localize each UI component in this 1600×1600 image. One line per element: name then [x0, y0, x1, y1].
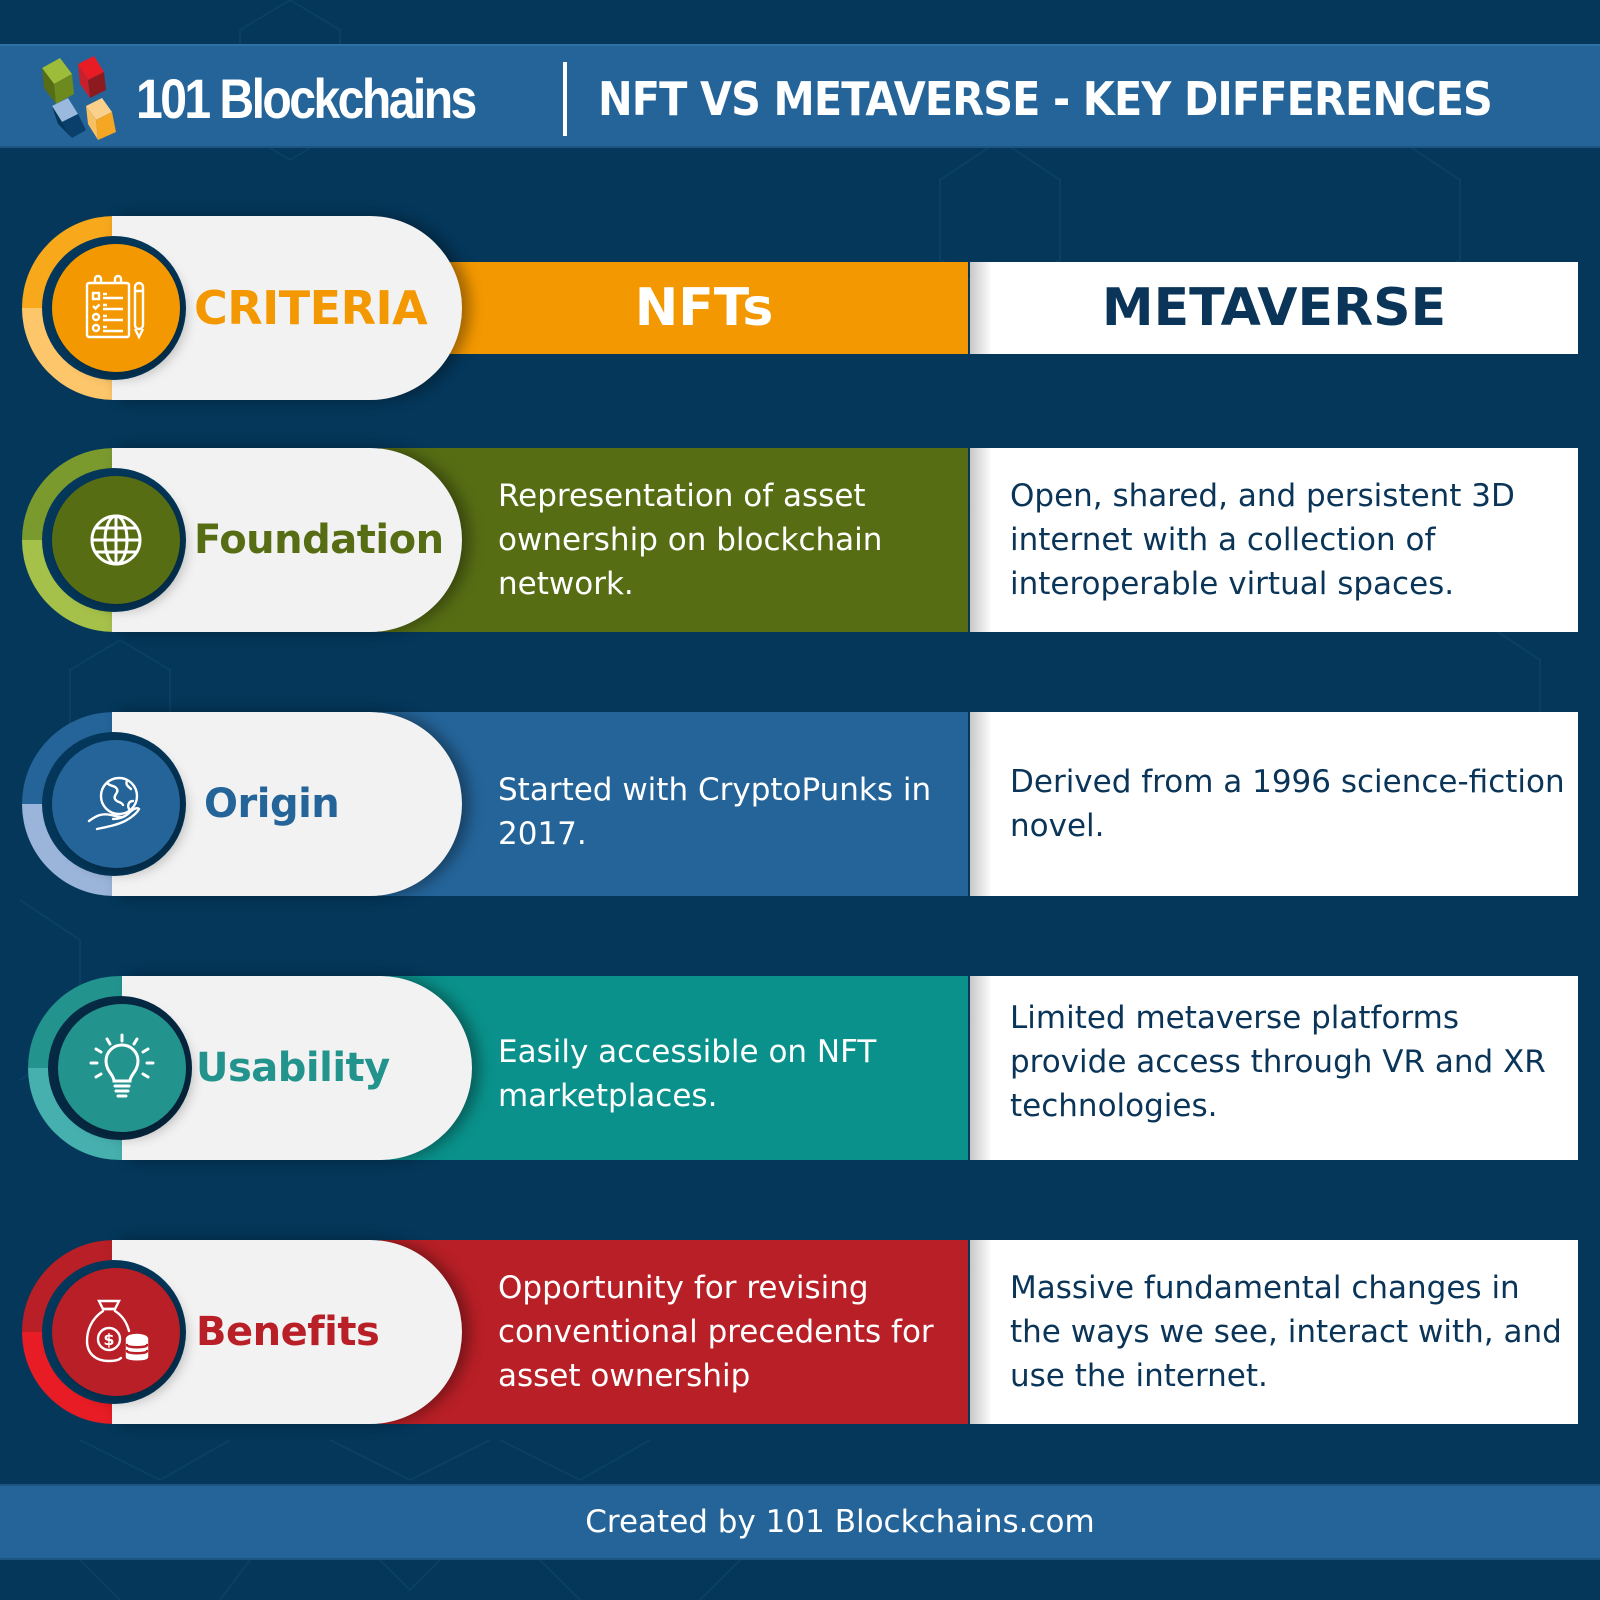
criterion-label: Origin: [204, 781, 340, 827]
table-row-foundation: Representation of asset ownership on blo…: [0, 448, 1600, 632]
nft-cell: Started with CryptoPunks in 2017.: [380, 712, 968, 896]
criteria-icon-circle: [52, 244, 180, 372]
money-bag-coins-icon: $: [85, 1299, 149, 1363]
criteria-header: CRITERIA: [194, 281, 428, 335]
criterion-label: Usability: [196, 1045, 390, 1091]
criterion-icon-circle: [52, 740, 180, 868]
footer-credit: Created by 101 Blockchains.com: [585, 1504, 1095, 1540]
lightbulb-icon: [89, 1033, 155, 1098]
footer-bar: Created by 101 Blockchains.com: [0, 1484, 1600, 1560]
nft-column-header: NFTs: [440, 262, 968, 354]
criterion-label: Benefits: [196, 1309, 380, 1355]
header-bar: 101 Blockchains NFT VS METAVERSE - KEY D…: [0, 44, 1600, 148]
metaverse-cell: Open, shared, and persistent 3D internet…: [970, 448, 1578, 632]
globe-icon: [90, 514, 142, 566]
nft-cell: Opportunity for revising conventional pr…: [380, 1240, 968, 1424]
globe-in-hand-icon: [87, 776, 141, 831]
stacked-cubes-logo-icon: [42, 56, 116, 140]
metaverse-column-header: METAVERSE: [970, 262, 1578, 354]
criterion-icon-circle: [52, 476, 180, 604]
nft-cell: Representation of asset ownership on blo…: [380, 448, 968, 632]
metaverse-cell: Limited metaverse platforms provide acce…: [970, 976, 1578, 1160]
column-header-row: CRITERIA NFTs METAVERSE: [0, 216, 1600, 400]
checklist-pencil-icon: [85, 274, 145, 340]
metaverse-cell: Massive fundamental changes in the ways …: [970, 1240, 1578, 1424]
metaverse-cell: Derived from a 1996 science-fiction nove…: [970, 712, 1578, 896]
criterion-icon-circle: $: [52, 1268, 180, 1396]
brand-name: 101 Blockchains: [136, 67, 477, 130]
table-row-origin: Started with CryptoPunks in 2017. Origin…: [0, 712, 1600, 896]
header-divider: [563, 62, 567, 136]
svg-text:$: $: [103, 1330, 114, 1349]
table-row-benefits: Opportunity for revising conventional pr…: [0, 1240, 1600, 1424]
page-title: NFT VS METAVERSE - KEY DIFFERENCES: [598, 72, 1493, 126]
criterion-icon-circle: [58, 1004, 186, 1132]
criterion-label: Foundation: [194, 517, 444, 563]
table-row-usability: Easily accessible on NFT marketplaces. U…: [0, 976, 1600, 1160]
